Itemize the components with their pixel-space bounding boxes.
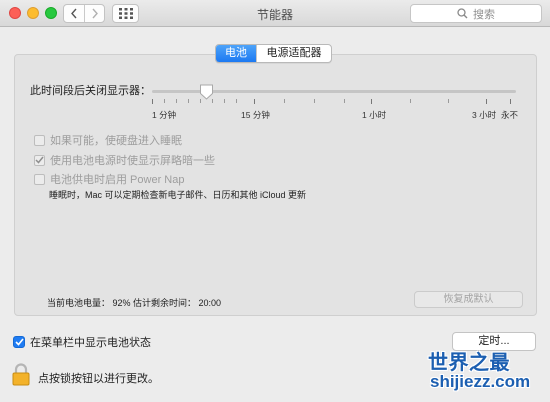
- slider-tick: [344, 99, 345, 103]
- display-sleep-slider-knob[interactable]: [199, 84, 214, 100]
- slider-tick: [224, 99, 225, 103]
- watermark-title: 世界之最: [428, 352, 510, 374]
- checkbox[interactable]: [34, 134, 45, 146]
- restore-defaults-button[interactable]: 恢复成默认: [414, 291, 523, 308]
- slider-tick: [448, 99, 449, 103]
- slider-tick: [176, 99, 177, 103]
- slider-tick-label: 永不: [501, 110, 519, 120]
- slider-tick-label: 3 小时: [472, 110, 497, 120]
- checkbox[interactable]: [34, 173, 45, 185]
- option-label: 使用电池电源时使显示屏略暗一些: [50, 155, 215, 167]
- slider-tick: [510, 99, 511, 104]
- option-label: 电池供电时启用 Power Nap: [50, 174, 185, 186]
- slider-tick-label: 1 分钟: [152, 110, 177, 120]
- checkbox[interactable]: [13, 336, 25, 348]
- slider-tick-label: 15 分钟: [241, 110, 270, 120]
- option-label: 在菜单栏中显示电池状态: [30, 337, 151, 349]
- slider-tick: [371, 99, 372, 104]
- slider-tick: [212, 99, 213, 103]
- checkbox[interactable]: [34, 154, 45, 166]
- search-field[interactable]: 搜索: [410, 4, 542, 23]
- battery-status: 当前电池电量： 92% 估计剩余时间： 20:00: [47, 298, 222, 308]
- option-hard-disk-sleep[interactable]: 如果可能，使硬盘进入睡眠: [34, 132, 182, 148]
- display-sleep-label: 此时间段后关闭显示器：: [30, 85, 151, 97]
- power-nap-description: 睡眠时，Mac 可以定期检查新电子邮件、日历和其他 iCloud 更新: [49, 190, 307, 200]
- search-placeholder: 搜索: [473, 8, 495, 21]
- checkmark-icon: [14, 338, 24, 346]
- show-battery-in-menubar-option[interactable]: 在菜单栏中显示电池状态: [13, 334, 151, 350]
- slider-tick-label: 1 小时: [362, 110, 387, 120]
- slider-tick: [188, 99, 189, 103]
- lock-icon[interactable]: [12, 363, 30, 386]
- tab-battery[interactable]: 电池: [216, 45, 256, 62]
- option-power-nap[interactable]: 电池供电时启用 Power Nap: [34, 171, 184, 187]
- search-icon: [457, 8, 468, 19]
- slider-tick: [152, 99, 153, 104]
- slider-tick: [236, 99, 237, 103]
- title-bar: 节能器 搜索: [0, 0, 550, 27]
- option-label: 如果可能，使硬盘进入睡眠: [50, 135, 182, 147]
- tab-power-adapter[interactable]: 电源适配器: [256, 45, 331, 62]
- slider-tick: [200, 99, 201, 103]
- option-dim-display[interactable]: 使用电池电源时使显示屏略暗一些: [34, 152, 215, 168]
- slider-tick: [284, 99, 285, 103]
- energy-saver-window: 节能器 搜索 电池 电源适配器 此时间段后关闭显示器： 1 分钟 15 分钟 1…: [0, 0, 550, 402]
- watermark-url: shijiezz.com: [430, 372, 531, 391]
- lock-instruction: 点按锁按钮以进行更改。: [38, 373, 159, 385]
- checkmark-icon: [35, 156, 44, 164]
- slider-tick: [164, 99, 165, 103]
- slider-tick: [486, 99, 487, 104]
- slider-tick: [314, 99, 315, 103]
- tab-bar: 电池 电源适配器: [215, 44, 332, 63]
- slider-tick: [254, 99, 255, 104]
- slider-tick: [410, 99, 411, 103]
